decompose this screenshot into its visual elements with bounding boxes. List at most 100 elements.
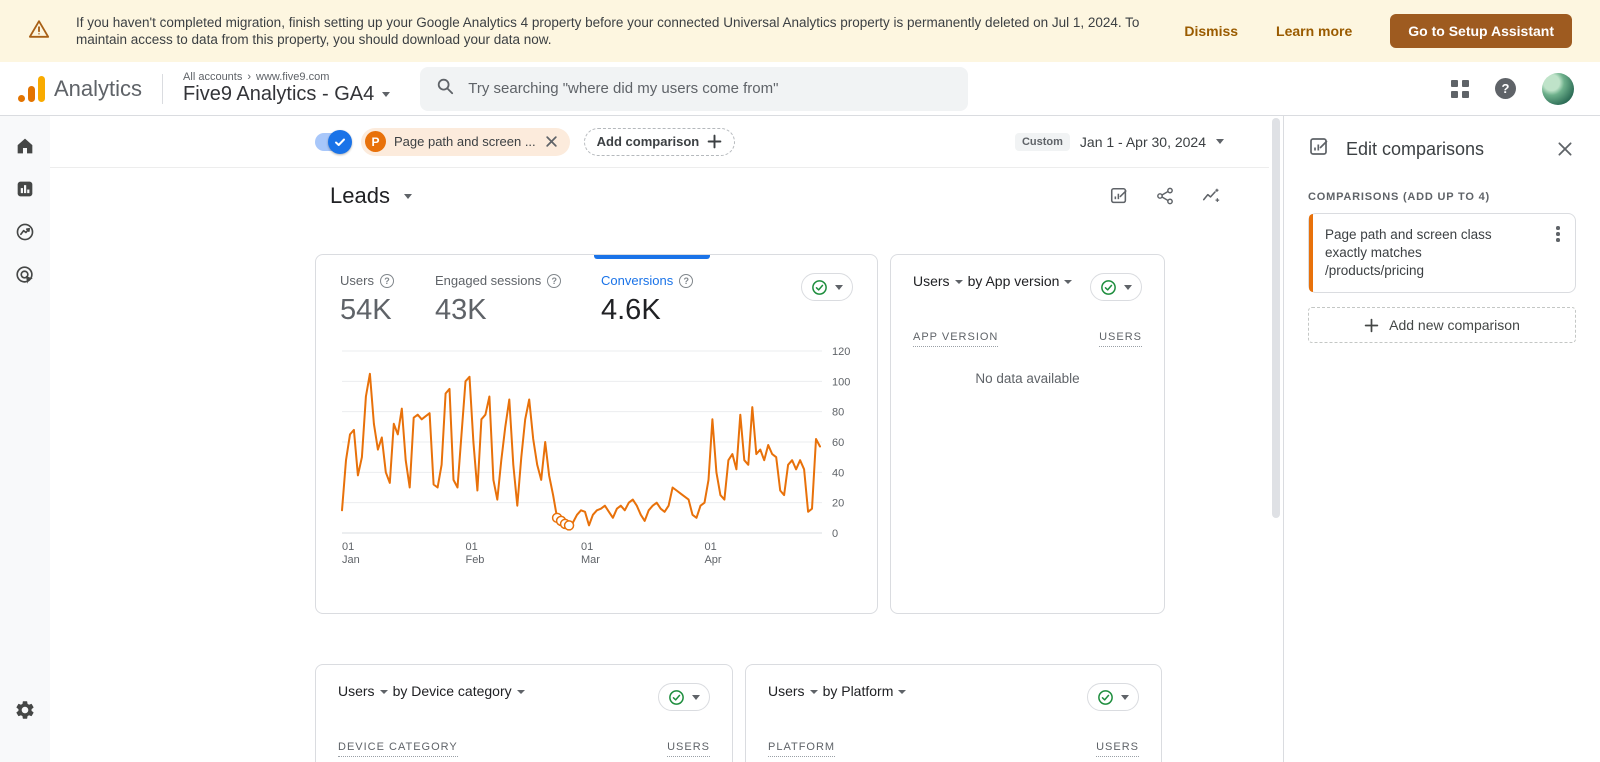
cards-area: Users? 54K Engaged sessions? 43K Convers… xyxy=(50,224,1269,762)
card-title: Users by Device category xyxy=(338,683,525,699)
scrollbar-thumb[interactable] xyxy=(1272,118,1280,518)
users-by-app-version-card: Users by App version APP VERSION USERS N… xyxy=(890,254,1165,614)
metric-label: Conversions xyxy=(601,273,674,288)
cards-row-2: Users by Device category DEVICE CATEGORY… xyxy=(315,664,1269,762)
avatar[interactable] xyxy=(1542,72,1574,105)
date-range-value: Jan 1 - Apr 30, 2024 xyxy=(1079,133,1206,150)
left-nav xyxy=(0,116,50,762)
check-circle-icon xyxy=(812,279,827,295)
chevron-down-icon xyxy=(954,280,963,284)
close-icon[interactable] xyxy=(1556,140,1576,160)
metric-tab-conversions[interactable]: Conversions? 4.6K xyxy=(601,273,694,327)
metric-tab-engaged-sessions[interactable]: Engaged sessions? 43K xyxy=(435,273,575,327)
property-switcher: All accounts › www.five9.com Five9 Analy… xyxy=(183,71,391,106)
conversions-line-chart: 02040608010012001Jan01Feb01Mar01Apr xyxy=(341,346,850,566)
setup-assistant-button[interactable]: Go to Setup Assistant xyxy=(1390,14,1572,48)
svg-text:Feb: Feb xyxy=(465,554,484,566)
chevron-down-icon xyxy=(1216,139,1224,144)
column-header: USERS xyxy=(1099,331,1142,347)
card-by-dimension[interactable]: by Device category xyxy=(393,683,512,699)
customize-report-icon[interactable] xyxy=(1109,186,1129,206)
help-icon[interactable]: ? xyxy=(679,273,694,288)
panel-title: Edit comparisons xyxy=(1346,139,1485,159)
comparison-pill[interactable]: P Page path and screen ... xyxy=(361,127,570,156)
help-icon[interactable]: ? xyxy=(1495,78,1516,99)
warning-icon xyxy=(28,18,50,45)
add-comparison-button[interactable]: Add comparison xyxy=(583,127,736,156)
dismiss-button[interactable]: Dismiss xyxy=(1184,23,1238,39)
sidebar-item-advertising[interactable] xyxy=(13,263,37,287)
chevron-down-icon xyxy=(379,690,388,694)
card-by-dimension[interactable]: by Platform xyxy=(823,683,894,699)
check-circle-icon xyxy=(1101,279,1116,295)
sidebar-item-reports[interactable] xyxy=(13,177,37,201)
plus-icon xyxy=(707,134,722,149)
metric-value: 4.6K xyxy=(601,294,661,326)
comparison-color-accent xyxy=(1309,214,1313,292)
table-header: DEVICE CATEGORY USERS xyxy=(338,741,710,757)
sidebar-item-admin-gear-icon[interactable] xyxy=(13,698,37,722)
breadcrumb-all-accounts[interactable]: All accounts xyxy=(183,71,242,83)
check-circle-icon xyxy=(669,689,684,705)
svg-text:40: 40 xyxy=(832,467,844,479)
metric-tab-users[interactable]: Users? 54K xyxy=(340,273,410,327)
edit-comparisons-icon xyxy=(1308,136,1330,163)
search-bar[interactable] xyxy=(420,66,969,111)
add-new-comparison-button[interactable]: Add new comparison xyxy=(1308,307,1576,343)
share-icon[interactable] xyxy=(1155,186,1175,206)
breadcrumb-account[interactable]: www.five9.com xyxy=(256,71,329,83)
comparison-remove-icon[interactable] xyxy=(544,134,560,150)
metric-value: 43K xyxy=(435,294,487,326)
comparison-condition-line: exactly matches xyxy=(1325,245,1422,260)
svg-text:01: 01 xyxy=(342,541,354,553)
data-quality-badge[interactable] xyxy=(801,273,853,301)
diagnostics-grid-icon[interactable] xyxy=(1451,79,1469,98)
card-metric-dimension[interactable]: Users xyxy=(338,683,375,699)
sidebar-item-home[interactable] xyxy=(13,134,37,158)
property-title-dropdown[interactable]: Five9 Analytics - GA4 xyxy=(183,83,391,106)
comparison-condition-line: /products/pricing xyxy=(1325,263,1425,278)
svg-text:01: 01 xyxy=(581,541,593,553)
help-icon[interactable]: ? xyxy=(547,273,562,288)
table-header: APP VERSION USERS xyxy=(913,331,1142,347)
ga4-app: If you haven't completed migration, fini… xyxy=(0,0,1600,762)
learn-more-button[interactable]: Learn more xyxy=(1276,23,1352,39)
help-icon[interactable]: ? xyxy=(379,273,394,288)
breadcrumb: All accounts › www.five9.com xyxy=(183,71,390,83)
date-range-picker[interactable]: Custom Jan 1 - Apr 30, 2024 xyxy=(1014,132,1224,151)
data-quality-badge[interactable] xyxy=(1090,273,1142,301)
report-dropdown-icon[interactable] xyxy=(403,193,412,199)
edit-comparisons-panel: Edit comparisons COMPARISONS (ADD UP TO … xyxy=(1283,116,1600,762)
card-metric-dimension[interactable]: Users xyxy=(768,683,805,699)
search-icon xyxy=(436,77,454,100)
metric-label: Users xyxy=(340,273,374,288)
insights-icon[interactable] xyxy=(1201,186,1221,206)
chart-area: 0 20 40 60 80 100 120 01 Jan 01 Feb 01 Mar 01 Apr xyxy=(340,343,853,574)
no-data-message: No data available xyxy=(975,371,1080,386)
comparison-item[interactable]: Page path and screen class exactly match… xyxy=(1308,213,1576,293)
card-by-dimension[interactable]: by App version xyxy=(968,273,1060,289)
svg-text:Apr: Apr xyxy=(704,554,721,566)
svg-text:Jan: Jan xyxy=(342,554,360,566)
card-metric-dimension[interactable]: Users xyxy=(913,273,950,289)
svg-text:01: 01 xyxy=(465,541,477,553)
vertical-scrollbar[interactable] xyxy=(1269,116,1283,762)
card-title: Users by App version xyxy=(913,273,1073,289)
property-title: Five9 Analytics - GA4 xyxy=(183,83,375,105)
data-quality-badge[interactable] xyxy=(658,683,710,711)
cards-row-1: Users? 54K Engaged sessions? 43K Convers… xyxy=(315,254,1269,614)
chevron-down-icon xyxy=(692,694,700,700)
search-input[interactable] xyxy=(468,80,953,97)
comparisons-toolbar: P Page path and screen ... Add compariso… xyxy=(50,116,1269,168)
chevron-down-icon xyxy=(382,92,391,97)
more-options-icon[interactable] xyxy=(1550,226,1566,244)
sidebar-item-explore[interactable] xyxy=(13,220,37,244)
toggle-check-icon xyxy=(328,129,352,154)
chevron-down-icon xyxy=(835,284,843,290)
comparison-condition-line: Page path and screen class xyxy=(1325,227,1492,242)
data-quality-badge[interactable] xyxy=(1087,683,1139,711)
chevron-down-icon xyxy=(1121,694,1129,700)
chevron-down-icon xyxy=(898,690,907,694)
comparison-toggle[interactable] xyxy=(315,129,352,154)
date-range-type: Custom xyxy=(1014,132,1070,151)
